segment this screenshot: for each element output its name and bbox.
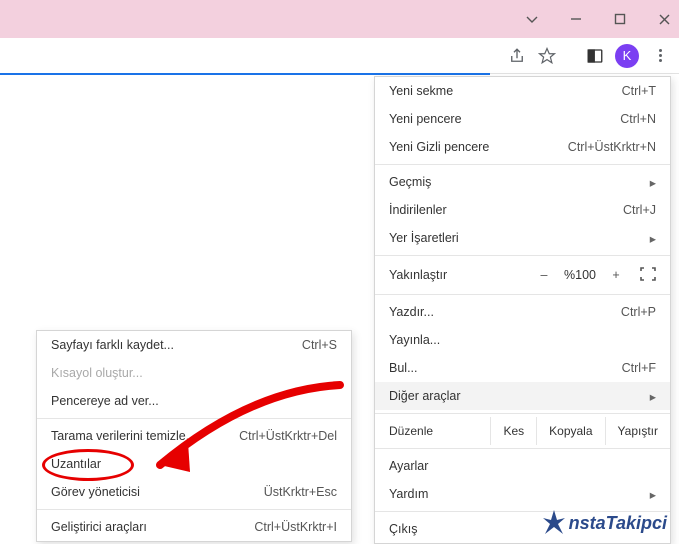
submenu-arrow-icon: ▸ — [646, 231, 656, 246]
menu-history[interactable]: Geçmiş ▸ — [375, 168, 670, 196]
menu-help[interactable]: Yardım ▸ — [375, 480, 670, 508]
profile-avatar[interactable]: K — [615, 44, 639, 68]
menu-label: Yeni pencere — [389, 112, 462, 126]
submenu-arrow-icon: ▸ — [646, 389, 656, 404]
paste-button[interactable]: Yapıştır — [606, 417, 670, 445]
zoom-in-button[interactable]: + — [608, 268, 624, 282]
menu-label: Tarama verilerini temizle... — [51, 429, 196, 443]
menu-incognito[interactable]: Yeni Gizli pencere Ctrl+ÜstKrktr+N — [375, 133, 670, 161]
menu-label: Yakınlaştır — [389, 268, 532, 282]
menu-label: Kısayol oluştur... — [51, 366, 143, 380]
avatar-letter: K — [623, 48, 632, 63]
menu-label: Pencereye ad ver... — [51, 394, 159, 408]
menu-label: Geçmiş — [389, 175, 431, 189]
kebab-menu-button[interactable] — [649, 45, 671, 67]
menu-shortcut: Ctrl+N — [620, 112, 656, 126]
submenu-clear-browsing-data[interactable]: Tarama verilerini temizle... Ctrl+ÜstKrk… — [37, 422, 351, 450]
menu-label: Çıkış — [389, 522, 417, 536]
share-icon[interactable] — [507, 46, 527, 66]
menu-label: Yeni sekme — [389, 84, 453, 98]
close-window-button[interactable] — [655, 10, 673, 28]
menu-shortcut: Ctrl+S — [302, 338, 337, 352]
menu-separator — [375, 255, 670, 256]
menu-cast[interactable]: Yayınla... — [375, 326, 670, 354]
menu-separator — [375, 448, 670, 449]
menu-find[interactable]: Bul... Ctrl+F — [375, 354, 670, 382]
menu-label: Sayfayı farklı kaydet... — [51, 338, 174, 352]
menu-bookmarks[interactable]: Yer İşaretleri ▸ — [375, 224, 670, 252]
menu-shortcut: Ctrl+F — [622, 361, 656, 375]
side-panel-icon[interactable] — [585, 46, 605, 66]
watermark-logo: nstaTakipci — [543, 510, 667, 536]
menu-settings[interactable]: Ayarlar — [375, 452, 670, 480]
menu-shortcut: ÜstKrktr+Esc — [264, 485, 337, 499]
menu-separator — [375, 164, 670, 165]
menu-print[interactable]: Yazdır... Ctrl+P — [375, 298, 670, 326]
menu-separator — [375, 294, 670, 295]
window-titlebar — [0, 0, 679, 38]
submenu-task-manager[interactable]: Görev yöneticisi ÜstKrktr+Esc — [37, 478, 351, 506]
menu-label: Uzantılar — [51, 457, 101, 471]
menu-separator — [37, 418, 351, 419]
menu-separator — [37, 509, 351, 510]
submenu-name-window[interactable]: Pencereye ad ver... — [37, 387, 351, 415]
submenu-arrow-icon: ▸ — [646, 175, 656, 190]
minimize-button[interactable] — [567, 10, 585, 28]
menu-label: Yeni Gizli pencere — [389, 140, 489, 154]
menu-label: İndirilenler — [389, 203, 447, 217]
menu-separator — [375, 413, 670, 414]
menu-downloads[interactable]: İndirilenler Ctrl+J — [375, 196, 670, 224]
menu-label: Yer İşaretleri — [389, 231, 459, 245]
menu-more-tools[interactable]: Diğer araçlar ▸ — [375, 382, 670, 410]
submenu-arrow-icon: ▸ — [646, 487, 656, 502]
main-menu: Yeni sekme Ctrl+T Yeni pencere Ctrl+N Ye… — [374, 76, 671, 544]
menu-label: Ayarlar — [389, 459, 428, 473]
menu-new-window[interactable]: Yeni pencere Ctrl+N — [375, 105, 670, 133]
more-tools-submenu: Sayfayı farklı kaydet... Ctrl+S Kısayol … — [36, 330, 352, 542]
browser-toolbar: K — [0, 38, 679, 74]
zoom-level: %100 — [564, 268, 596, 282]
zoom-out-button[interactable]: – — [536, 268, 552, 282]
submenu-extensions[interactable]: Uzantılar — [37, 450, 351, 478]
cut-button[interactable]: Kes — [491, 417, 537, 445]
menu-label: Yardım — [389, 487, 428, 501]
menu-shortcut: Ctrl+ÜstKrktr+Del — [239, 429, 337, 443]
bookmark-star-icon[interactable] — [537, 46, 557, 66]
menu-zoom-row: Yakınlaştır – %100 + — [375, 259, 670, 291]
menu-shortcut: Ctrl+ÜstKrktr+N — [568, 140, 656, 154]
watermark-text: nstaTakipci — [569, 513, 667, 534]
menu-label: Bul... — [389, 361, 418, 375]
submenu-save-page-as[interactable]: Sayfayı farklı kaydet... Ctrl+S — [37, 331, 351, 359]
submenu-create-shortcut: Kısayol oluştur... — [37, 359, 351, 387]
menu-new-tab[interactable]: Yeni sekme Ctrl+T — [375, 77, 670, 105]
submenu-developer-tools[interactable]: Geliştirici araçları Ctrl+ÜstKrktr+I — [37, 513, 351, 541]
maximize-button[interactable] — [611, 10, 629, 28]
menu-label: Diğer araçlar — [389, 389, 461, 403]
menu-edit-row: Düzenle Kes Kopyala Yapıştır — [375, 417, 670, 445]
menu-label: Geliştirici araçları — [51, 520, 147, 534]
menu-label: Görev yöneticisi — [51, 485, 140, 499]
menu-shortcut: Ctrl+ÜstKrktr+I — [254, 520, 337, 534]
copy-button[interactable]: Kopyala — [537, 417, 605, 445]
menu-label: Yayınla... — [389, 333, 440, 347]
address-bar-underline — [0, 73, 490, 75]
edit-label: Düzenle — [375, 417, 491, 445]
menu-label: Yazdır... — [389, 305, 434, 319]
menu-shortcut: Ctrl+T — [622, 84, 656, 98]
menu-shortcut: Ctrl+J — [623, 203, 656, 217]
tab-dropdown-icon[interactable] — [523, 10, 541, 28]
fullscreen-icon[interactable] — [640, 267, 656, 284]
menu-shortcut: Ctrl+P — [621, 305, 656, 319]
